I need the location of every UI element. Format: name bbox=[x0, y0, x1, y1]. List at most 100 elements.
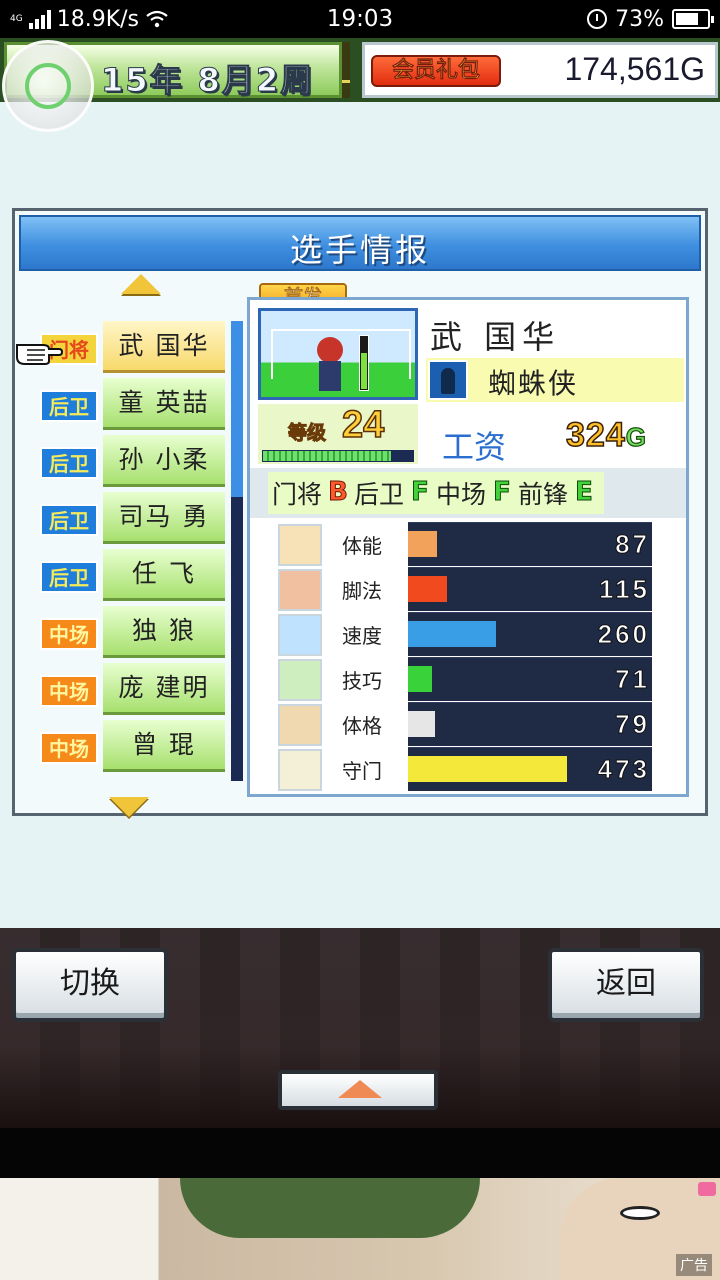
aptitude-item: 中场 F bbox=[436, 475, 516, 511]
battery-icon bbox=[672, 9, 714, 29]
divider-band bbox=[0, 1128, 720, 1178]
stat-value: 115 bbox=[599, 574, 650, 605]
scroll-down-arrow-icon[interactable] bbox=[109, 797, 149, 817]
position-badge: 后卫 bbox=[40, 504, 98, 536]
signal-icon bbox=[28, 9, 51, 29]
player-list-scrollbar[interactable] bbox=[231, 321, 243, 781]
pointing-hand-icon bbox=[16, 344, 63, 365]
player-info-window: 选手情报 门将武 国华 后卫童 英喆 后卫孙 小柔 后卫 司马 勇后卫任 飞中场独 狼中… bbox=[12, 208, 708, 817]
special-skill: 蜘蛛侠 bbox=[426, 358, 684, 402]
player-list: 门将武 国华 后卫童 英喆 后卫孙 小柔 后卫 司马 勇后卫任 飞中场独 狼中场庞 建明… bbox=[37, 321, 227, 781]
aptitude-list: 门将 B 后卫 F 中场 F 前锋 E bbox=[268, 472, 605, 514]
position-badge: 中场 bbox=[40, 618, 98, 650]
salary-value: 324G bbox=[565, 415, 647, 455]
stat-value: 71 bbox=[615, 664, 650, 695]
position-badge: 后卫 bbox=[40, 447, 98, 479]
position-badge: 中场 bbox=[40, 732, 98, 764]
switch-button[interactable]: 切换 bbox=[12, 948, 168, 1022]
aptitude-item: 后卫 F bbox=[354, 475, 434, 511]
stat-row: 守门 473 bbox=[278, 747, 678, 791]
player-name: 武 国华 bbox=[430, 318, 561, 356]
muscle-icon bbox=[278, 704, 322, 746]
player-list-item[interactable]: 后卫任 飞 bbox=[37, 549, 227, 601]
level-label: 等级 bbox=[287, 422, 327, 445]
stat-value: 87 bbox=[615, 529, 650, 560]
player-list-name: 庞 建明 bbox=[103, 663, 225, 715]
stat-bar-fill bbox=[408, 666, 433, 692]
stat-bar-fill bbox=[408, 756, 567, 782]
gamepad-icon bbox=[25, 63, 71, 109]
window-title: 选手情报 bbox=[289, 231, 430, 269]
stat-bar-fill bbox=[408, 531, 438, 557]
player-detail-card: 武 国华 蜘蛛侠 等级 24 工资 324G 门将 B 后卫 F 中场 F 前锋 E 体能 87… bbox=[247, 297, 689, 797]
ad-corner-icon[interactable] bbox=[698, 1182, 716, 1196]
floating-assistant-button[interactable] bbox=[2, 40, 94, 132]
stat-bar-fill bbox=[408, 621, 496, 647]
aptitude-grade: F bbox=[411, 477, 430, 508]
back-button[interactable]: 返回 bbox=[548, 948, 704, 1022]
aptitude-position: 门将 bbox=[272, 480, 323, 509]
stat-value: 260 bbox=[597, 619, 650, 650]
stat-row: 体能 87 bbox=[278, 522, 678, 566]
level-value: 24 bbox=[341, 403, 385, 447]
player-list-item[interactable]: 后卫童 英喆 bbox=[37, 378, 227, 430]
money-panel: 会员礼包 174,561G bbox=[362, 42, 718, 98]
stat-bar: 473 bbox=[408, 747, 652, 791]
expand-menu-button[interactable] bbox=[278, 1070, 438, 1110]
stat-name: 脚法 bbox=[342, 579, 382, 603]
scroll-thumb[interactable] bbox=[231, 321, 243, 497]
stat-bar: 260 bbox=[408, 612, 652, 656]
player-list-name: 任 飞 bbox=[103, 549, 225, 601]
aptitude-position: 后卫 bbox=[354, 480, 405, 509]
player-list-name: 独 狼 bbox=[103, 606, 225, 658]
player-list-item[interactable]: 后卫 司马 勇 bbox=[37, 492, 227, 544]
player-list-item[interactable]: 门将武 国华 bbox=[37, 321, 227, 373]
position-badge: 后卫 bbox=[40, 561, 98, 593]
network-speed: 18.9K/s bbox=[56, 6, 139, 32]
skill-name: 蜘蛛侠 bbox=[488, 367, 579, 400]
stat-row: 脚法 115 bbox=[278, 567, 678, 611]
stat-bar: 71 bbox=[408, 657, 652, 701]
status-bar: 4G 18.9K/s 19:03 73% bbox=[0, 0, 720, 38]
aptitude-item: 门将 B bbox=[272, 475, 352, 511]
aptitude-grade: F bbox=[493, 477, 512, 508]
position-badge: 后卫 bbox=[40, 390, 98, 422]
player-list-name: 曾 琨 bbox=[103, 720, 225, 772]
vip-gift-button[interactable]: 会员礼包 bbox=[371, 55, 501, 87]
player-portrait bbox=[258, 308, 418, 400]
ad-banner[interactable]: 广告 bbox=[0, 1178, 720, 1280]
player-list-item[interactable]: 中场独 狼 bbox=[37, 606, 227, 658]
player-list-name: 童 英喆 bbox=[103, 378, 225, 430]
salary-label: 工资 bbox=[442, 428, 507, 466]
player-list-item[interactable]: 后卫孙 小柔 bbox=[37, 435, 227, 487]
stat-bar: 79 bbox=[408, 702, 652, 746]
player-list-name: 司马 勇 bbox=[103, 492, 225, 544]
level-box: 等级 24 bbox=[258, 403, 418, 464]
status-left: 4G 18.9K/s bbox=[10, 7, 290, 32]
spider-skill-icon bbox=[428, 360, 468, 400]
battery-percent: 73% bbox=[615, 6, 664, 32]
level-progress-bar bbox=[262, 450, 414, 462]
separator bbox=[342, 42, 350, 98]
game-date: 15年 8月2周 bbox=[101, 55, 328, 101]
aptitude-position: 前锋 bbox=[518, 480, 569, 509]
stat-row: 体格 79 bbox=[278, 702, 678, 746]
aptitude-grade: B bbox=[328, 477, 349, 508]
wifi-icon bbox=[146, 10, 168, 28]
stat-bar-fill bbox=[408, 711, 435, 737]
stat-value: 79 bbox=[615, 709, 650, 740]
aptitude-item: 前锋 E bbox=[518, 475, 598, 511]
stat-name: 技巧 bbox=[342, 669, 382, 693]
clock: 19:03 bbox=[326, 6, 394, 32]
stat-name: 体格 bbox=[342, 714, 382, 738]
stat-value: 473 bbox=[597, 754, 650, 785]
stat-name: 守门 bbox=[342, 759, 382, 783]
salary-unit: G bbox=[625, 421, 647, 452]
network-type: 4G bbox=[10, 13, 23, 24]
stat-row: 速度 260 bbox=[278, 612, 678, 656]
aptitude-grade: E bbox=[575, 477, 594, 508]
player-list-item[interactable]: 中场曾 琨 bbox=[37, 720, 227, 772]
scroll-up-arrow-icon[interactable] bbox=[121, 274, 161, 294]
player-list-item[interactable]: 中场庞 建明 bbox=[37, 663, 227, 715]
battery-icon bbox=[278, 524, 322, 566]
